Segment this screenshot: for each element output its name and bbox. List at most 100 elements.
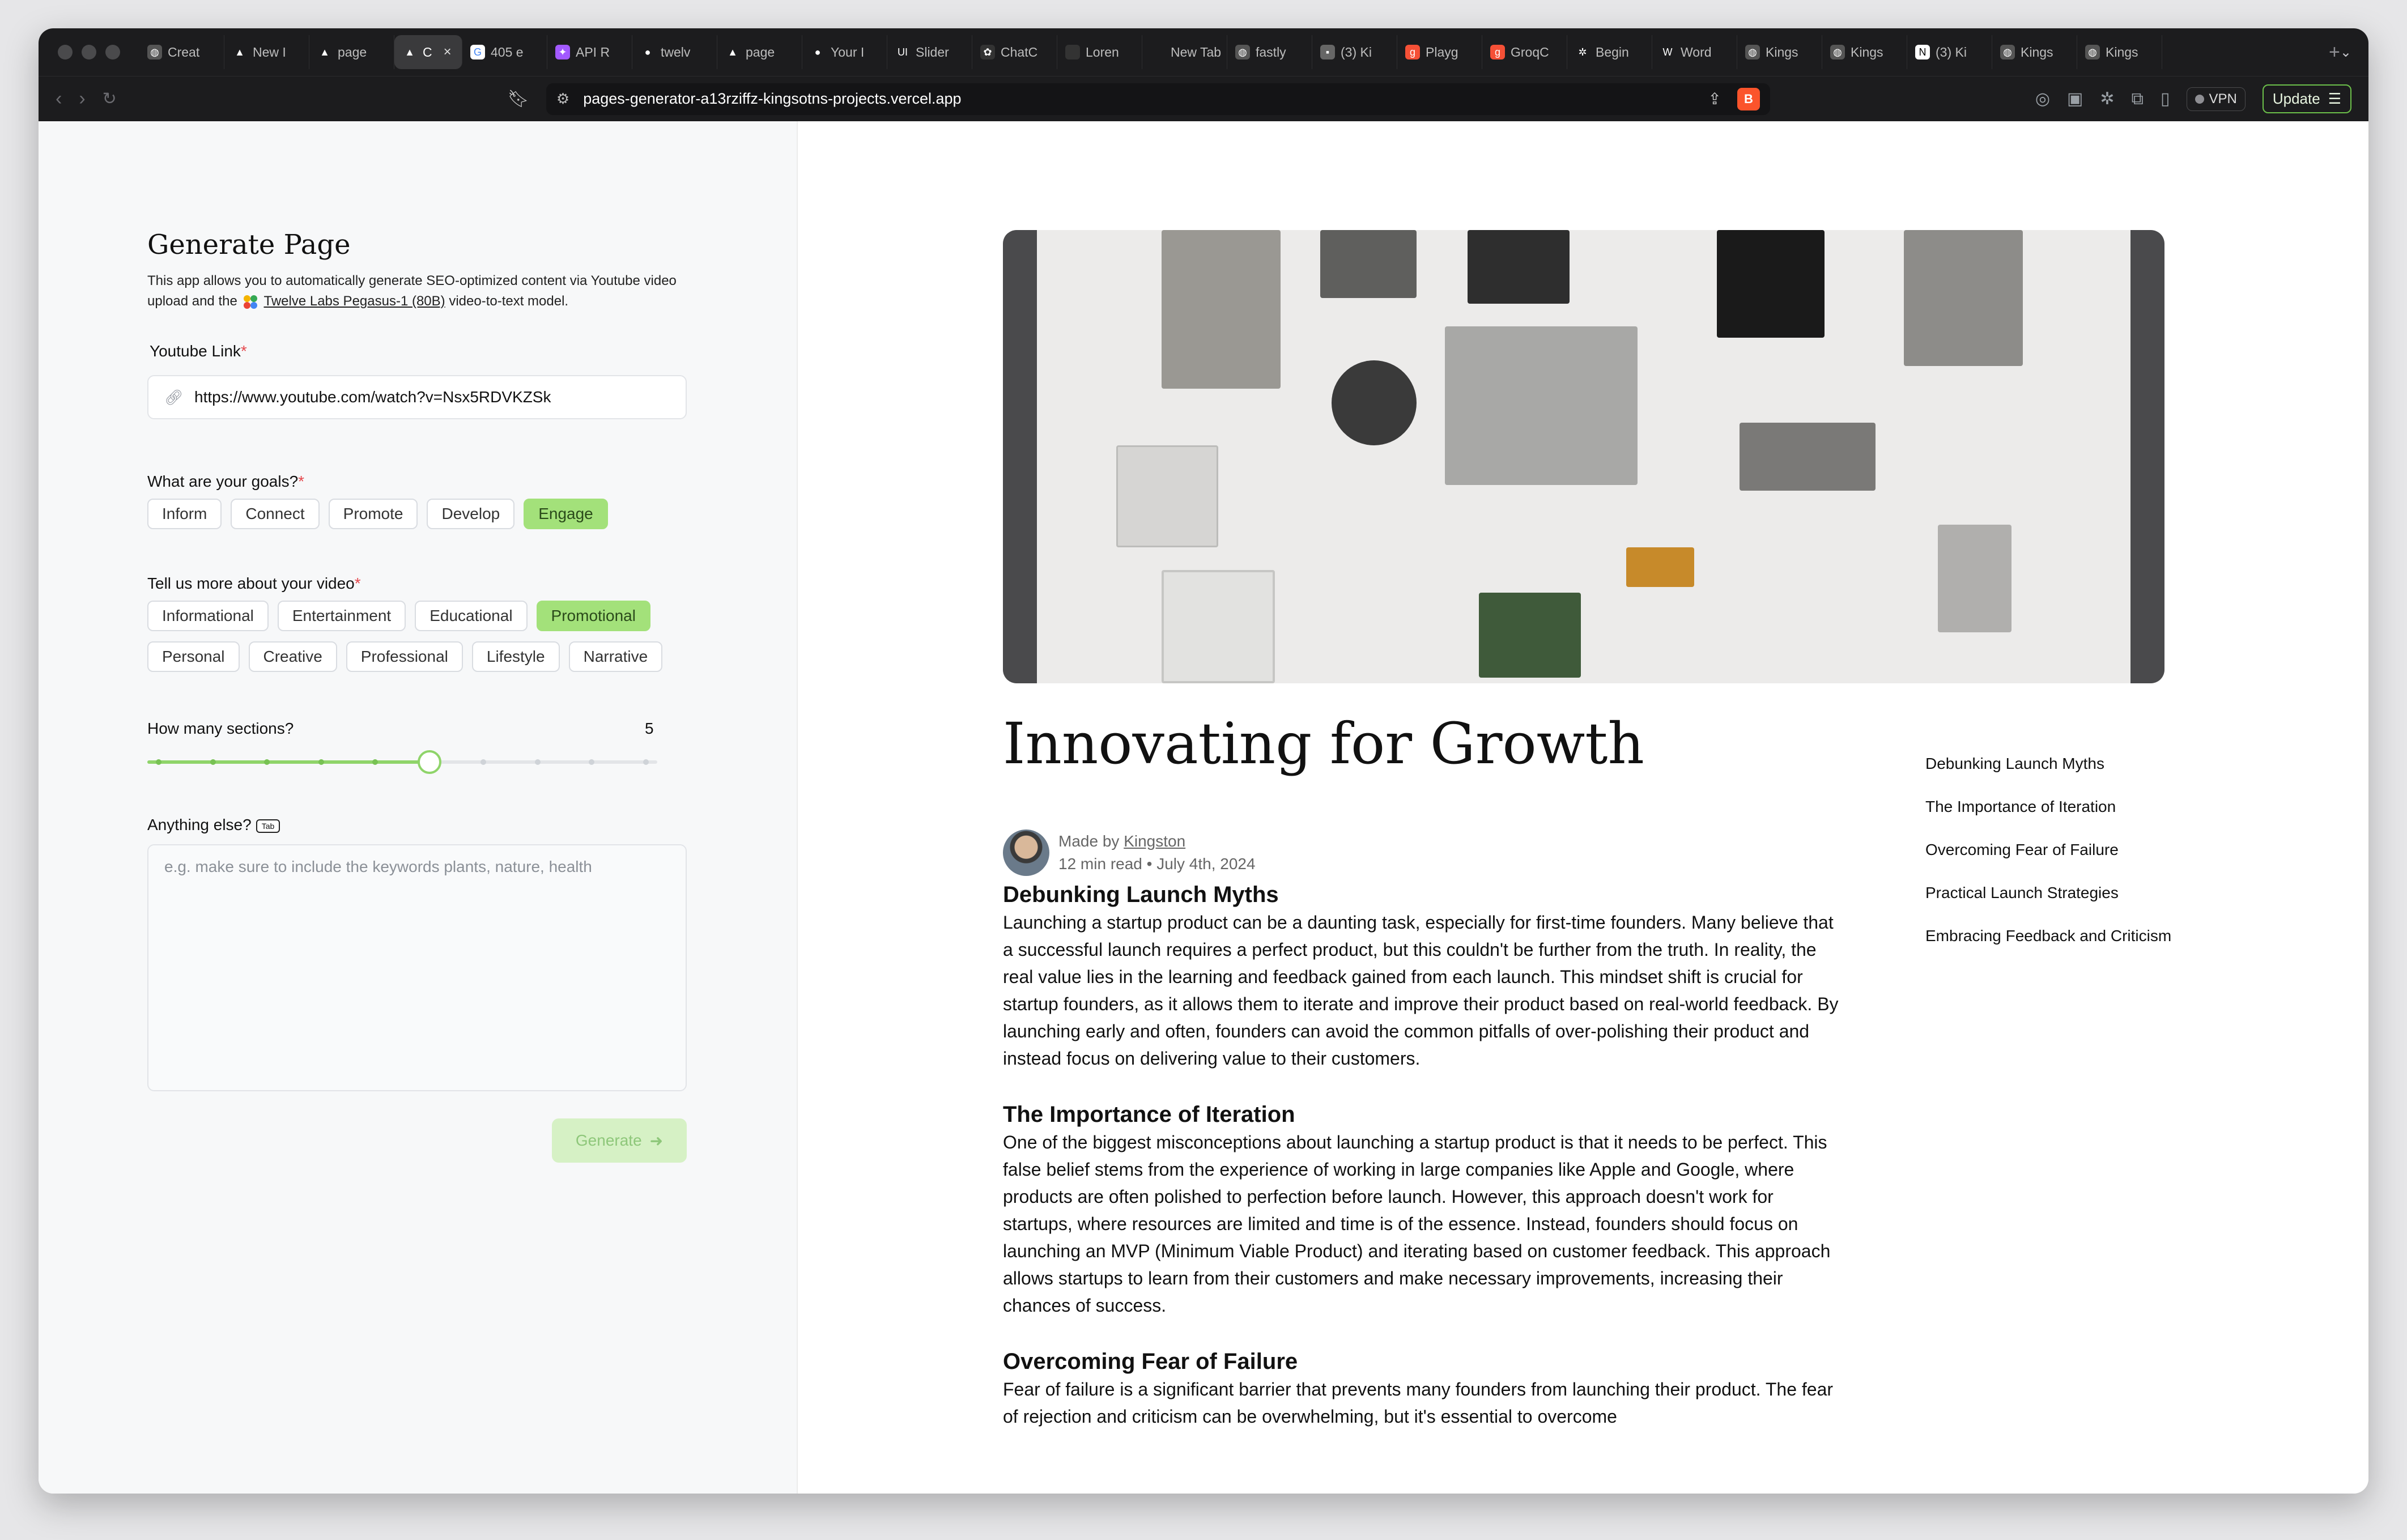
globe-icon: ◍ [2000, 45, 2015, 59]
article-meta: 12 min read • July 4th, 2024 [1058, 855, 1256, 873]
vpn-status-icon [2195, 94, 2205, 104]
browser-tab[interactable]: ▲ C × [394, 35, 462, 69]
minimize-window-button[interactable] [82, 45, 96, 59]
share-icon[interactable]: ⇪ [1708, 90, 1721, 108]
reload-icon[interactable]: ↻ [103, 89, 117, 109]
video-type-chip-entertainment[interactable]: Entertainment [277, 601, 406, 631]
slider-tick [372, 759, 379, 765]
browser-tab[interactable]: ◍ Kings [1992, 35, 2077, 69]
close-window-button[interactable] [58, 45, 73, 59]
browser-tab[interactable]: W Word [1652, 35, 1737, 69]
tab-strip: ◍ Creat ▲ New I ▲ page ▲ C × G 405 e ✦ API R ● twelv ▲ p… [139, 28, 2319, 76]
slider-thumb[interactable] [417, 750, 441, 774]
hero-camera-part [1468, 230, 1570, 304]
anything-else-textarea[interactable]: e.g. make sure to include the keywords p… [147, 844, 687, 1091]
browser-tab[interactable]: Loren [1057, 35, 1142, 69]
section-paragraph: Fear of failure is a significant barrier… [1003, 1379, 1834, 1427]
author-link[interactable]: Kingston [1124, 832, 1185, 850]
goal-chip-engage[interactable]: Engage [524, 499, 608, 529]
tab-label: New I [253, 44, 286, 59]
browser-tab[interactable]: ● twelv [632, 35, 717, 69]
browser-tab[interactable]: ● Your I [802, 35, 887, 69]
browser-tab[interactable]: G 405 e [462, 35, 547, 69]
video-type-chip-narrative[interactable]: Narrative [568, 641, 663, 672]
hero-camera-part [1116, 445, 1218, 547]
video-type-chip-promotional[interactable]: Promotional [536, 601, 650, 631]
brave-shield-icon[interactable]: B [1737, 87, 1760, 110]
browser-tab[interactable]: ▲ page [717, 35, 802, 69]
article-preview: Innovating for Growth Made by Kingston 1… [798, 121, 2368, 1494]
hero-camera-part [1626, 547, 1694, 587]
video-type-chip-professional[interactable]: Professional [346, 641, 463, 672]
hero-camera-part [1479, 593, 1581, 678]
goal-chip-connect[interactable]: Connect [231, 499, 320, 529]
back-arrow-icon[interactable]: ‹ [56, 88, 62, 110]
extension-puzzle-icon[interactable]: ▣ [2067, 89, 2083, 109]
tab-list-chevron-icon[interactable]: ⌄ [2340, 44, 2351, 61]
browser-tab[interactable]: UI Slider [887, 35, 972, 69]
forward-arrow-icon[interactable]: › [79, 88, 85, 110]
goal-chip-inform[interactable]: Inform [147, 499, 222, 529]
toc-link[interactable]: Overcoming Fear of Failure [1925, 841, 2171, 884]
video-type-chip-personal[interactable]: Personal [147, 641, 240, 672]
slider-tick [534, 759, 541, 765]
browser-tab[interactable]: ✦ API R [547, 35, 632, 69]
browser-tab[interactable]: ◍ Kings [1737, 35, 1822, 69]
bookmark-icon[interactable]: 🔖︎ [508, 89, 529, 109]
youtube-link-input[interactable]: 🔗︎ https://www.youtube.com/watch?v=Nsx5R… [147, 375, 687, 419]
window-controls [58, 45, 120, 59]
browser-tab[interactable]: ◍ Kings [2077, 35, 2162, 69]
figma-icon: ✦ [555, 45, 570, 59]
browser-tab[interactable]: N (3) Ki [1907, 35, 1992, 69]
extension-gear-icon[interactable]: ✲ [2100, 89, 2114, 109]
browser-tab[interactable]: ▪ (3) Ki [1312, 35, 1397, 69]
video-type-chip-educational[interactable]: Educational [415, 601, 528, 631]
browser-tab[interactable]: ▲ New I [224, 35, 309, 69]
toc-link[interactable]: Embracing Feedback and Criticism [1925, 927, 2171, 970]
url-text[interactable]: pages-generator-a13rziffz-kingsotns-proj… [583, 90, 961, 108]
goal-chip-develop[interactable]: Develop [427, 499, 515, 529]
video-type-chip-informational[interactable]: Informational [147, 601, 269, 631]
youtube-link-value[interactable]: https://www.youtube.com/watch?v=Nsx5RDVK… [194, 388, 551, 406]
required-asterisk: * [298, 473, 305, 490]
toc-link[interactable]: Debunking Launch Myths [1925, 755, 2171, 798]
browser-tab[interactable]: ◍ fastly [1227, 35, 1312, 69]
toc-link[interactable]: The Importance of Iteration [1925, 798, 2171, 841]
globe-icon: ◍ [1745, 45, 1760, 59]
vpn-button[interactable]: VPN [2187, 87, 2246, 111]
browser-tab[interactable]: ◍ Kings [1822, 35, 1907, 69]
section-heading: The Importance of Iteration [1003, 1102, 1295, 1127]
generator-panel: Generate Page This app allows you to aut… [39, 121, 798, 1494]
browser-tab[interactable]: g Playg [1397, 35, 1482, 69]
hero-camera-part [1320, 230, 1417, 298]
browser-tab[interactable]: ◍ Creat [139, 35, 224, 69]
browser-tab[interactable]: ▲ page [309, 35, 394, 69]
author-byline: Made by Kingston 12 min read • July 4th,… [1003, 829, 1256, 876]
extensions-icon[interactable]: ⧉ [2132, 90, 2144, 109]
new-tab-button[interactable]: + [2329, 41, 2340, 63]
tab-label: 405 e [491, 44, 524, 59]
sidebar-icon[interactable]: ▯ [2161, 89, 2170, 109]
extension-globe-icon[interactable]: ◎ [2035, 89, 2050, 109]
browser-tab[interactable]: ✿ ChatC [972, 35, 1057, 69]
generate-button[interactable]: Generate ➜ [552, 1118, 687, 1163]
article-body: Debunking Launch Myths Launching a startu… [1003, 880, 1842, 1458]
update-button[interactable]: Update ☰ [2262, 84, 2351, 113]
video-type-chip-group-row1: Informational Entertainment Educational Pro… [147, 601, 650, 631]
globe-icon: ◍ [1830, 45, 1845, 59]
toc-link[interactable]: Practical Launch Strategies [1925, 884, 2171, 927]
sections-slider[interactable] [147, 750, 657, 774]
browser-tab[interactable]: ✲ Begin [1567, 35, 1652, 69]
video-type-chip-lifestyle[interactable]: Lifestyle [471, 641, 560, 672]
close-tab-icon[interactable]: × [444, 44, 452, 60]
browser-tab[interactable]: g GroqC [1482, 35, 1567, 69]
browser-tab[interactable]: New Tab [1142, 35, 1227, 69]
image-icon: ▪ [1320, 45, 1335, 59]
pegasus-model-link[interactable]: Twelve Labs Pegasus-1 (80B) [263, 293, 445, 309]
vpn-label: VPN [2209, 91, 2237, 107]
maximize-window-button[interactable] [105, 45, 120, 59]
site-settings-icon[interactable]: ⚙︎ [556, 90, 569, 108]
video-type-chip-creative[interactable]: Creative [248, 641, 337, 672]
goal-chip-promote[interactable]: Promote [328, 499, 418, 529]
address-bar[interactable]: ⚙︎ pages-generator-a13rziffz-kingsotns-p… [546, 83, 1770, 115]
